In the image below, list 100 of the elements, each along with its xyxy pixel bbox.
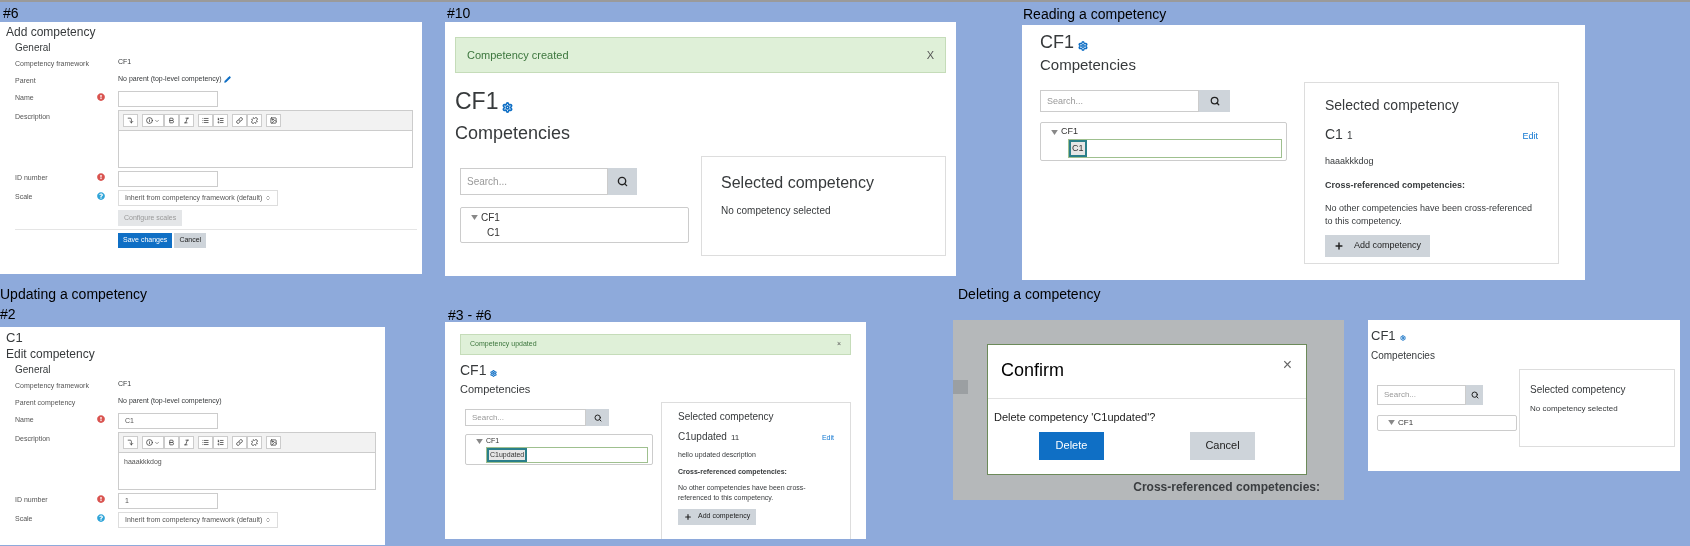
unlink-button[interactable] (247, 114, 262, 127)
unlink-icon (251, 117, 258, 124)
image-button[interactable] (266, 114, 281, 127)
link-icon (236, 439, 243, 446)
unlink-button[interactable] (247, 436, 262, 449)
numbered-list-button[interactable] (213, 436, 228, 449)
delete-button[interactable]: Delete (1039, 431, 1104, 460)
text-field[interactable] (118, 91, 218, 107)
section-heading: Competencies (1371, 350, 1436, 363)
tree-item[interactable]: CF1 (481, 210, 500, 226)
dialog-message: Delete competency 'C1updated'? (993, 410, 1157, 425)
tree-item[interactable]: C1 (485, 225, 502, 241)
competency-name: C1 (1325, 125, 1343, 145)
numbered-list-icon (217, 439, 224, 446)
unlink-icon (251, 439, 258, 446)
detail-title: Selected competency (1325, 96, 1460, 116)
dimmed-block (953, 380, 968, 394)
caption-text: #2 (0, 305, 17, 324)
alert-text: Competency created (467, 47, 569, 63)
framework-title: CF1 (1371, 328, 1396, 345)
form-heading: Add competency (5, 24, 97, 40)
bullet-list-button[interactable] (198, 436, 213, 449)
plus-icon (1334, 241, 1344, 251)
bullet-list-button[interactable] (198, 114, 213, 127)
search-icon (617, 176, 628, 188)
italic-icon (183, 439, 190, 446)
toolbar-toggle-button[interactable] (123, 114, 138, 127)
toolbar-toggle-button[interactable] (123, 436, 138, 449)
id-number: 1 (1346, 129, 1353, 144)
bold-button[interactable] (164, 114, 179, 127)
framework-title: CF1 (455, 87, 499, 116)
link-button[interactable] (232, 114, 247, 127)
cancel-button[interactable]: Cancel (1190, 431, 1255, 460)
caption-text: #10 (447, 4, 471, 23)
framework-title: CF1 (1040, 31, 1074, 54)
help-icon[interactable] (97, 514, 105, 522)
numbered-list-icon (217, 117, 224, 124)
page-title: C1 (5, 329, 24, 346)
edit-link[interactable]: Edit (1522, 130, 1538, 144)
id-number: 11 (730, 432, 740, 445)
caption-text: Updating a competency (0, 285, 148, 304)
italic-button[interactable] (179, 114, 194, 127)
italic-icon (183, 117, 190, 124)
search-button[interactable] (1466, 384, 1483, 405)
dialog-title: Confirm (1001, 359, 1064, 382)
numbered-list-button[interactable] (213, 114, 228, 127)
triangle-icon[interactable] (476, 439, 483, 444)
competency-name: C1updated (678, 430, 727, 445)
caption-text: Deleting a competency (958, 285, 1101, 304)
tree-item[interactable]: CF1 (1061, 125, 1078, 139)
section-heading: Competencies (460, 382, 532, 397)
text-field[interactable] (118, 171, 218, 187)
italic-button[interactable] (179, 436, 194, 449)
caret-icon (154, 439, 160, 446)
form-heading: Edit competency (5, 346, 96, 362)
search-icon (593, 413, 602, 422)
image-button[interactable] (266, 436, 281, 449)
link-icon (236, 117, 243, 124)
info-icon (146, 439, 153, 446)
caption-text: #6 (3, 4, 19, 23)
arrow-icon (127, 117, 134, 124)
link-button[interactable] (232, 436, 247, 449)
list-icon (202, 439, 209, 446)
tree-item[interactable]: C1 (1069, 139, 1087, 158)
bold-icon (168, 439, 175, 446)
caret-icon (154, 117, 160, 124)
section-legend: General (15, 40, 417, 55)
search-button[interactable] (608, 168, 637, 196)
framework-title: CF1 (460, 362, 487, 380)
close-button[interactable]: X (926, 46, 934, 64)
paragraph-style-button[interactable] (142, 114, 164, 127)
add-competency-button[interactable]: Add competency (1325, 235, 1431, 257)
bold-icon (168, 117, 175, 124)
image-icon (270, 117, 277, 124)
list-icon (202, 117, 209, 124)
arrow-icon (127, 439, 134, 446)
caption-text: Reading a competency (1023, 5, 1167, 24)
help-icon[interactable] (97, 192, 105, 200)
close-button[interactable]: × (1282, 357, 1292, 373)
empty-text: No competency selected (1530, 402, 1619, 415)
crossref-text: No other competencies have been cross-referenced to this competency. (1325, 202, 1534, 227)
search-button[interactable] (1199, 90, 1230, 113)
image-icon (270, 439, 277, 446)
section-heading: Competencies (1040, 55, 1137, 75)
background-text: Cross-referenced competencies: (1133, 479, 1320, 496)
caption-text: #3 - #6 (448, 306, 492, 325)
triangle-icon[interactable] (1051, 129, 1058, 135)
search-button[interactable] (586, 409, 609, 427)
paragraph-style-button[interactable] (142, 436, 164, 449)
detail-title: Selected competency (1530, 382, 1627, 397)
plus-icon (684, 512, 692, 521)
triangle-icon[interactable] (1388, 420, 1395, 426)
triangle-icon[interactable] (471, 215, 478, 221)
bold-button[interactable] (164, 436, 179, 449)
empty-text: No competency selected (721, 204, 832, 219)
edit-icon[interactable] (223, 75, 231, 83)
tree-item[interactable]: CF1 (1398, 416, 1414, 429)
search-icon (1470, 390, 1479, 399)
info-icon (146, 117, 153, 124)
description-text: haaakkkdog (1325, 155, 1375, 169)
